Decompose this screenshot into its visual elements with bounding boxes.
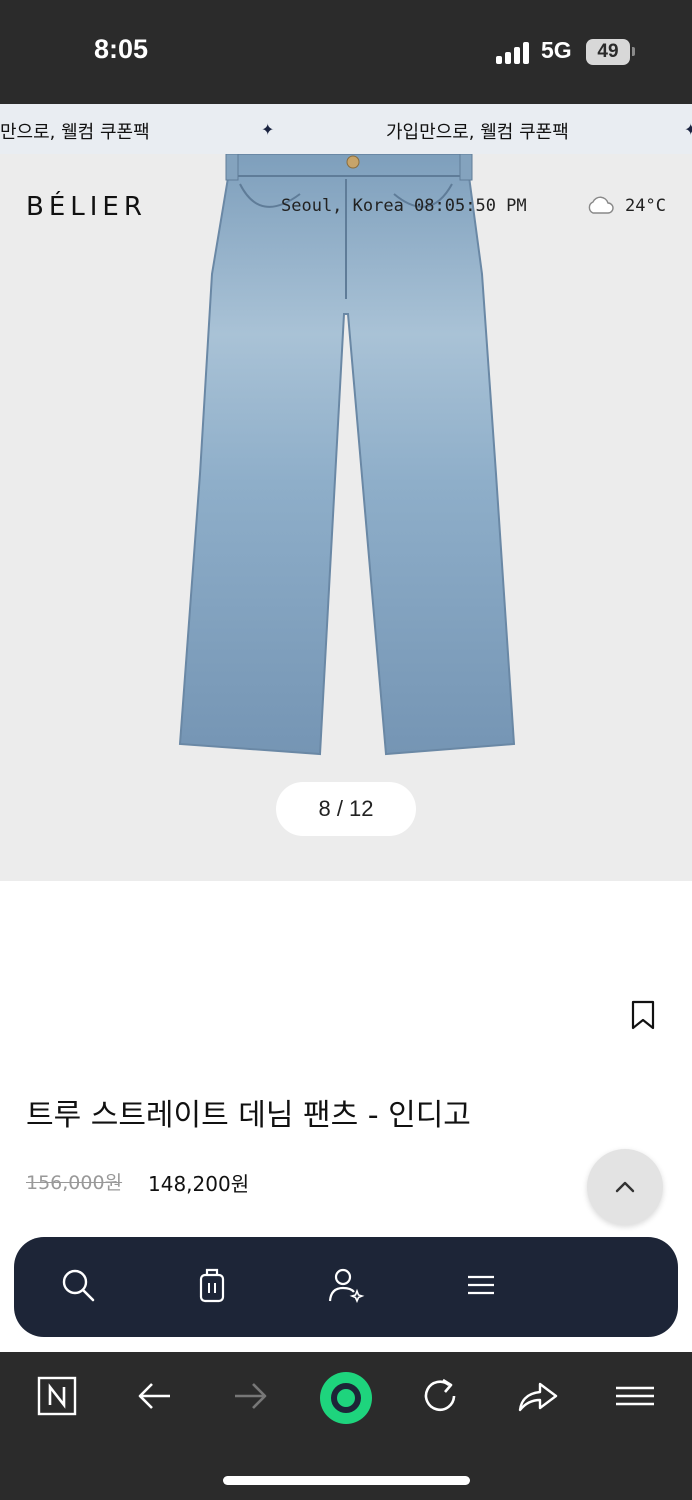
promo-marquee[interactable]: 만으로, 웰컴 쿠폰팩 ✦ 가입만으로, 웰컴 쿠폰팩 ✦ — [0, 104, 692, 154]
product-title: 트루 스트레이트 데님 팬츠 - 인디고 — [26, 1098, 471, 1133]
share-icon[interactable] — [516, 1376, 560, 1416]
star-icon: ✦ — [261, 120, 275, 139]
floating-nav-bar — [14, 1237, 678, 1337]
menu-icon[interactable] — [466, 1267, 496, 1303]
refresh-icon[interactable] — [421, 1376, 461, 1416]
home-circle-icon[interactable] — [318, 1370, 374, 1426]
location-time: Seoul, Korea 08:05:50 PM — [281, 196, 527, 216]
brand-logo[interactable]: BÉLIER — [26, 192, 147, 222]
network-type: 5G — [541, 37, 572, 63]
naver-icon[interactable] — [37, 1376, 77, 1416]
product-image-carousel[interactable]: BÉLIER Seoul, Korea 08:05:50 PM 24°C 8 /… — [0, 154, 692, 881]
cloud-icon — [588, 196, 614, 214]
original-price: 156,000원 — [26, 1172, 123, 1194]
forward-icon[interactable] — [230, 1376, 270, 1416]
product-image — [178, 154, 516, 756]
image-pager: 8 / 12 — [276, 782, 416, 836]
chevron-up-icon — [615, 1181, 635, 1193]
signal-icon — [496, 42, 532, 64]
star-icon: ✦ — [684, 120, 692, 139]
menu-icon[interactable] — [614, 1376, 656, 1416]
back-icon[interactable] — [135, 1376, 175, 1416]
shopping-bag-icon[interactable] — [198, 1267, 226, 1303]
account-sparkle-icon[interactable] — [327, 1267, 365, 1303]
sale-price: 148,200원 — [148, 1172, 250, 1196]
battery-tip — [632, 47, 635, 56]
status-bar: 8:05 5G 49 — [0, 0, 692, 104]
temperature: 24°C — [625, 196, 666, 216]
status-time: 8:05 — [94, 34, 149, 64]
marquee-text: 가입만으로, 웰컴 쿠폰팩 — [386, 122, 569, 143]
bookmark-icon[interactable] — [631, 1000, 655, 1030]
battery-icon: 49 — [586, 39, 630, 65]
scroll-top-button[interactable] — [587, 1149, 663, 1225]
marquee-text: 만으로, 웰컴 쿠폰팩 — [0, 122, 150, 143]
search-icon[interactable] — [60, 1267, 96, 1303]
home-indicator — [223, 1476, 470, 1485]
